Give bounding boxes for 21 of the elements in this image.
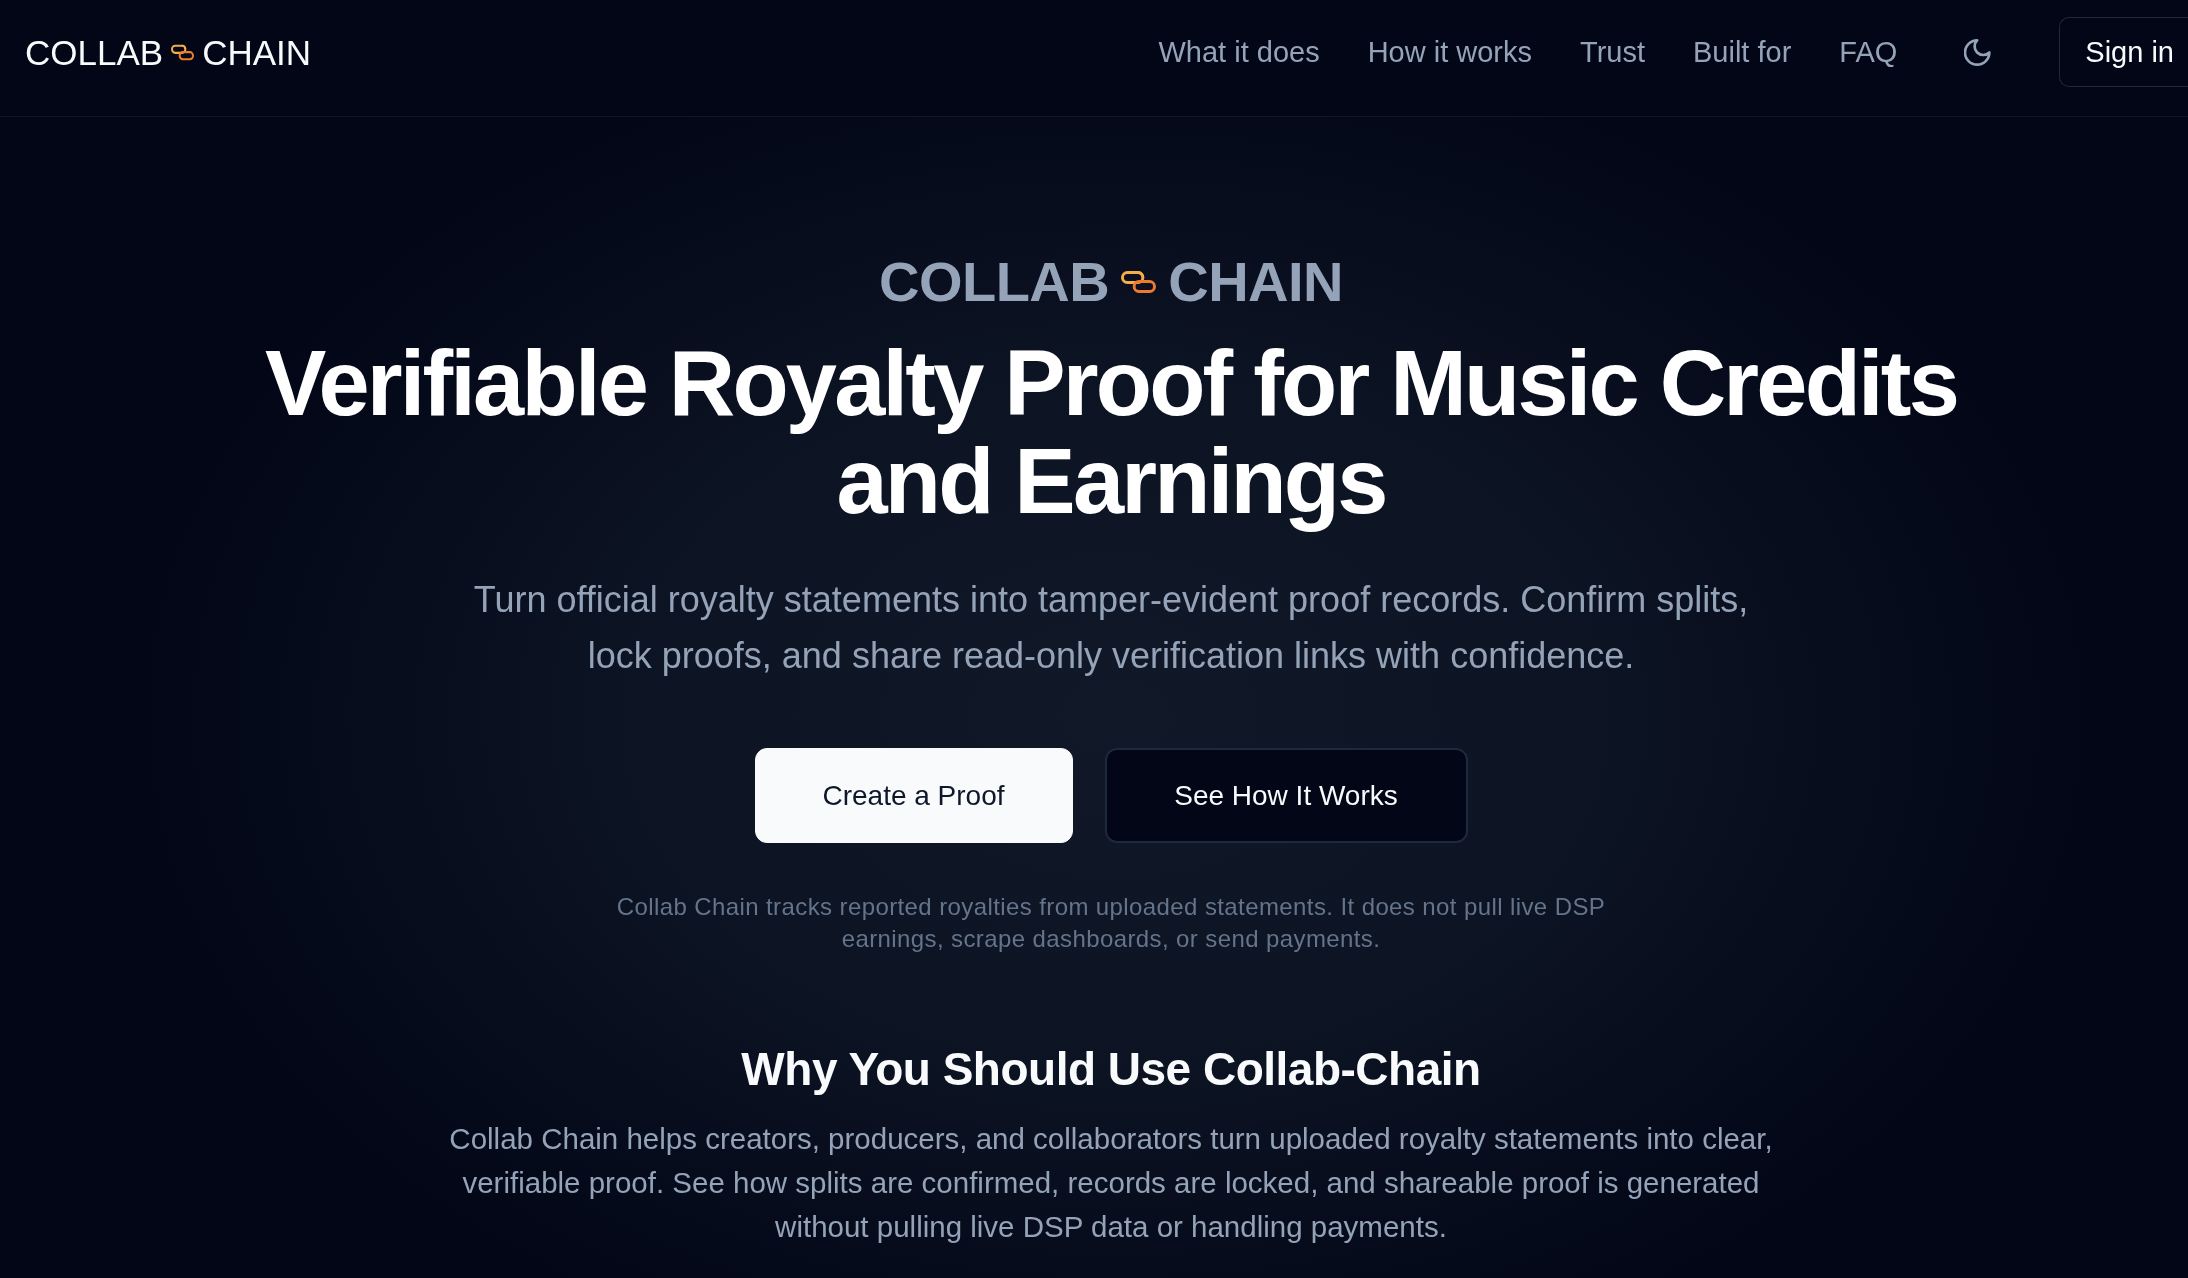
nav-link[interactable]: Trust [1580,34,1645,70]
nav-link[interactable]: Built for [1693,34,1792,70]
chain-icon [171,43,195,61]
hero-subtitle: Turn official royalty statements into tamper-evident proof records. Confirm splits, lock proofs, and share read-only verification links with confidence. [472,578,1750,678]
logo-text: CHAIN [202,34,312,70]
moon-icon [1964,38,1992,66]
logo-text: COLLAB [25,34,164,70]
brand-name: CHAIN [1168,249,1344,315]
chain-icon [1121,270,1157,294]
sign-in-button[interactable]: Sign in [2059,17,2188,87]
nav-link[interactable]: What it does [1158,34,1320,70]
theme-toggle-button[interactable] [1964,38,1992,66]
disclaimer-text: Collab Chain tracks reported royalties from uploaded statements. It does not pull live DSP earnings, scrape dashboards, or send payments. [615,892,1607,954]
hero-title: Verifiable Royalty Proof for Music Credits and Earnings [263,334,1959,530]
nav-link[interactable]: How it works [1367,34,1532,70]
section-heading: Why You Should Use Collab-Chain [741,1042,1481,1097]
section-paragraph: Collab Chain helps creators, producers, and collaborators turn uploaded royalty statements into clear, verifiable proof. See how splits are confirmed, records are locked, and shareable proof is generated without pulling live DSP data or handling payments. [448,1121,1774,1245]
outline-button[interactable]: See How It Works [1104,748,1468,843]
brand-name: COLLAB [878,249,1110,315]
primary-button[interactable]: Create a Proof [754,748,1073,843]
nav-link[interactable]: FAQ [1839,34,1898,70]
